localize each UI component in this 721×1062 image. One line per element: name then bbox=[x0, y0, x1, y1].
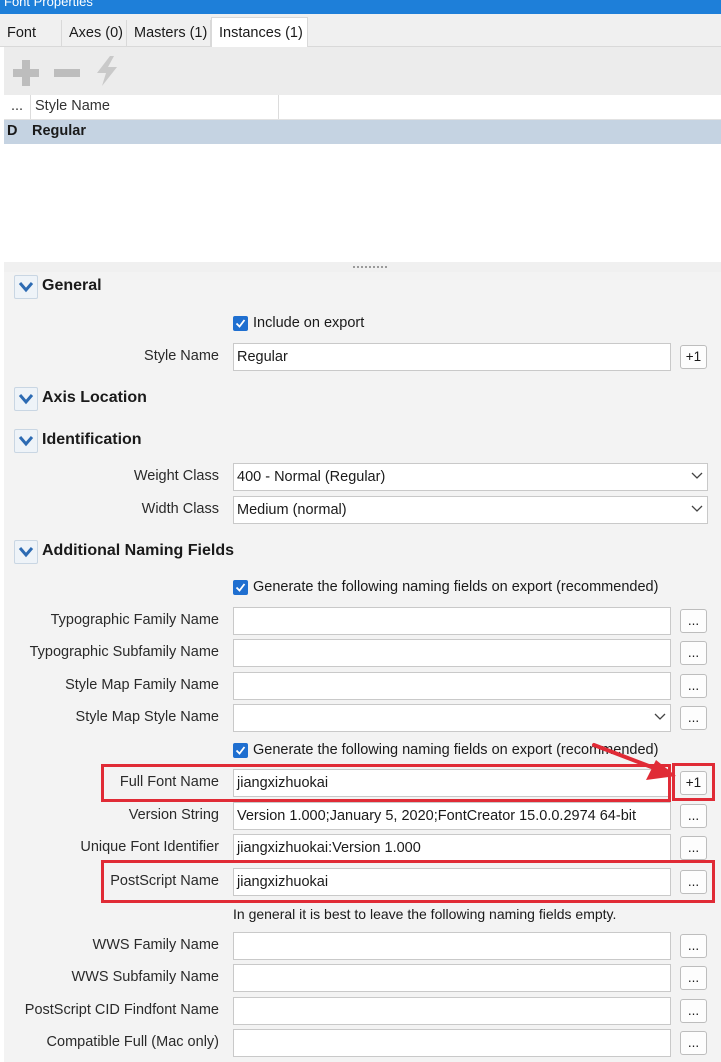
select-value: Medium (normal) bbox=[237, 502, 347, 518]
add-icon[interactable] bbox=[12, 59, 40, 91]
chevron-down-icon[interactable] bbox=[14, 387, 38, 411]
title-bar: Font Properties bbox=[0, 0, 721, 14]
typographic-subfamily-input[interactable] bbox=[233, 639, 671, 667]
wws-family-label: WWS Family Name bbox=[92, 937, 219, 953]
generate-naming-checkbox-2[interactable] bbox=[233, 743, 248, 758]
list-header: ... Style Name bbox=[4, 95, 721, 120]
typographic-subfamily-label: Typographic Subfamily Name bbox=[29, 644, 219, 660]
include-on-export-checkbox[interactable] bbox=[233, 316, 248, 331]
style-map-family-input[interactable] bbox=[233, 672, 671, 700]
weight-class-label: Weight Class bbox=[133, 468, 219, 484]
wws-family-input[interactable] bbox=[233, 932, 671, 960]
typographic-family-more-button[interactable]: ... bbox=[680, 609, 707, 633]
toolbar bbox=[4, 47, 721, 95]
compatible-full-label: Compatible Full (Mac only) bbox=[46, 1034, 219, 1050]
section-title: Identification bbox=[42, 431, 142, 448]
chevron-down-icon bbox=[691, 505, 703, 512]
grip-icon bbox=[353, 266, 387, 268]
wws-subfamily-more-button[interactable]: ... bbox=[680, 966, 707, 990]
style-map-family-more-button[interactable]: ... bbox=[680, 674, 707, 698]
column-divider[interactable] bbox=[30, 95, 31, 119]
wws-subfamily-input[interactable] bbox=[233, 964, 671, 992]
compatible-full-input[interactable] bbox=[233, 1029, 671, 1057]
style-name-input[interactable]: Regular bbox=[233, 343, 671, 371]
remove-icon[interactable] bbox=[53, 59, 81, 91]
generate-naming-checkbox[interactable] bbox=[233, 580, 248, 595]
unique-id-input[interactable]: jiangxizhuokai:Version 1.000 bbox=[233, 834, 671, 862]
field-value: jiangxizhuokai:Version 1.000 bbox=[237, 840, 421, 856]
window-title: Font Properties bbox=[4, 0, 93, 9]
annotation-arrow-icon bbox=[592, 743, 676, 780]
column-header-flag[interactable]: ... bbox=[11, 98, 23, 114]
tab-masters[interactable]: Masters (1) bbox=[127, 20, 211, 46]
chevron-down-icon[interactable] bbox=[14, 275, 38, 299]
chevron-down-icon bbox=[654, 713, 666, 720]
splitter-handle[interactable] bbox=[4, 262, 721, 272]
version-string-input[interactable]: Version 1.000;January 5, 2020;FontCreato… bbox=[233, 802, 671, 830]
typographic-family-label: Typographic Family Name bbox=[50, 612, 219, 628]
row-flag: D bbox=[7, 123, 18, 139]
field-value: Regular bbox=[237, 349, 288, 365]
wws-family-more-button[interactable]: ... bbox=[680, 934, 707, 958]
version-string-more-button[interactable]: ... bbox=[680, 804, 707, 828]
lightning-icon[interactable] bbox=[94, 56, 120, 90]
style-map-family-label: Style Map Family Name bbox=[65, 677, 219, 693]
ps-cid-findfont-label: PostScript CID Findfont Name bbox=[24, 1002, 219, 1018]
table-row[interactable]: D Regular bbox=[4, 120, 721, 144]
tab-axes[interactable]: Axes (0) bbox=[62, 20, 127, 46]
chevron-down-icon[interactable] bbox=[14, 429, 38, 453]
column-divider[interactable] bbox=[278, 95, 279, 119]
section-title: Axis Location bbox=[42, 389, 147, 406]
style-map-style-label: Style Map Style Name bbox=[75, 709, 219, 725]
typographic-family-input[interactable] bbox=[233, 607, 671, 635]
postscript-name-highlight-box bbox=[101, 860, 715, 903]
row-style-name: Regular bbox=[32, 123, 86, 139]
compatible-full-more-button[interactable]: ... bbox=[680, 1031, 707, 1055]
properties-panel: General Include on export Style Name Reg… bbox=[4, 272, 721, 1062]
version-string-label: Version String bbox=[128, 807, 219, 823]
chevron-down-icon[interactable] bbox=[14, 540, 38, 564]
unique-id-more-button[interactable]: ... bbox=[680, 836, 707, 860]
generate-naming-label: Generate the following naming fields on … bbox=[253, 579, 659, 595]
include-on-export-label: Include on export bbox=[253, 315, 365, 331]
section-title: Additional Naming Fields bbox=[42, 542, 235, 559]
tab-font[interactable]: Font bbox=[0, 20, 62, 46]
column-header-style-name[interactable]: Style Name bbox=[35, 98, 110, 114]
naming-note: In general it is best to leave the follo… bbox=[233, 906, 617, 922]
ps-cid-findfont-input[interactable] bbox=[233, 997, 671, 1025]
style-name-label: Style Name bbox=[144, 348, 219, 364]
width-class-select[interactable]: Medium (normal) bbox=[233, 496, 708, 524]
style-map-style-select[interactable] bbox=[233, 704, 671, 732]
select-value: 400 - Normal (Regular) bbox=[237, 469, 386, 485]
section-title: General bbox=[42, 277, 102, 294]
wws-subfamily-label: WWS Subfamily Name bbox=[71, 969, 219, 985]
tab-instances[interactable]: Instances (1) bbox=[211, 17, 308, 47]
field-value: Version 1.000;January 5, 2020;FontCreato… bbox=[237, 808, 637, 824]
unique-id-label: Unique Font Identifier bbox=[80, 839, 219, 855]
ps-cid-findfont-more-button[interactable]: ... bbox=[680, 999, 707, 1023]
style-name-increment-button[interactable]: +1 bbox=[680, 345, 707, 369]
weight-class-select[interactable]: 400 - Normal (Regular) bbox=[233, 463, 708, 491]
chevron-down-icon bbox=[691, 472, 703, 479]
width-class-label: Width Class bbox=[141, 501, 219, 517]
style-map-style-more-button[interactable]: ... bbox=[680, 706, 707, 730]
full-font-name-highlight-box bbox=[101, 764, 671, 802]
typographic-subfamily-more-button[interactable]: ... bbox=[680, 641, 707, 665]
